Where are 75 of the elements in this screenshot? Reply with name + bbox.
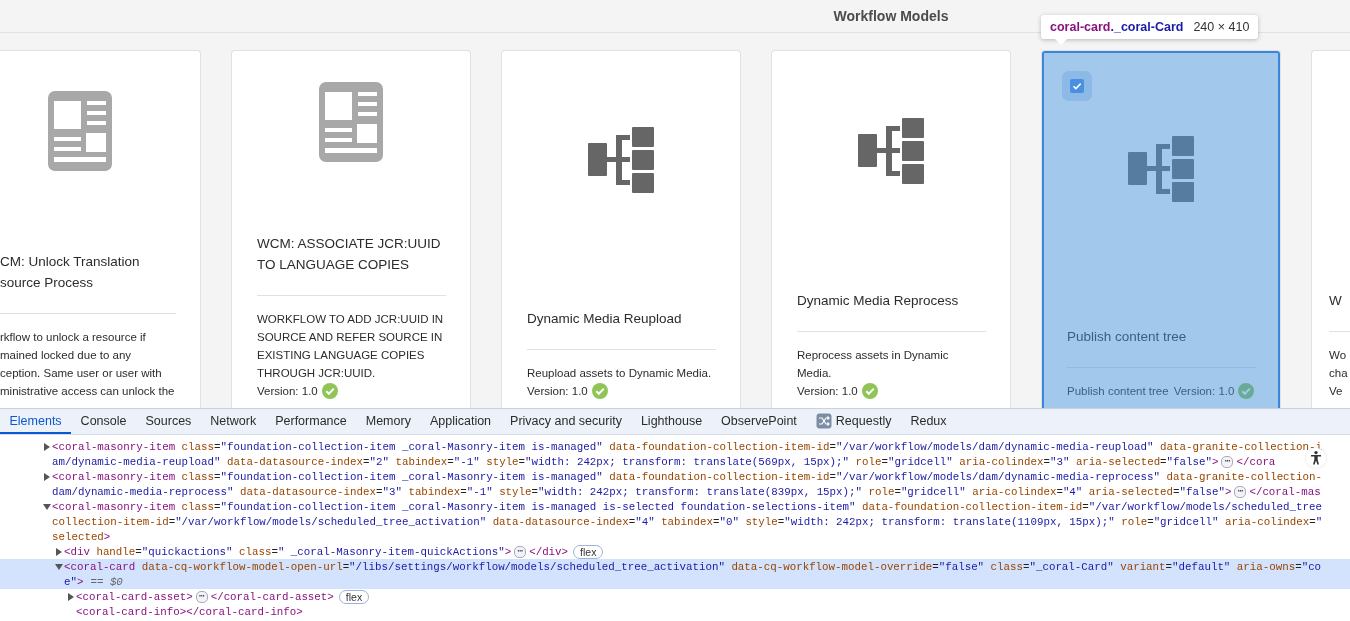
ellipsis-button[interactable]: ⋯	[514, 545, 527, 558]
card-description: Reupload assets to Dynamic Media.	[527, 366, 712, 381]
tooltip-size: 240 × 410	[1193, 20, 1250, 34]
card-description: Wo cha Ve	[1329, 348, 1348, 399]
devtools-tab[interactable]: Application	[420, 409, 501, 434]
console-reference: == $0	[90, 575, 123, 588]
code-text: <coral-masonry-item class="foundation-collection-item _coral-Masonry-item is-managed" data-foundation-collection-item-id="/var/workflow/models/dam/dynamic-media-reprocess" data-granite-collection-	[52, 470, 1322, 483]
devtools-tab[interactable]: Redux	[900, 409, 957, 434]
code-text: </coral-card-asset>	[210, 590, 334, 603]
flex-badge[interactable]: flex	[573, 544, 604, 559]
shuffle-icon	[815, 412, 832, 429]
workflow-card[interactable]: Dynamic Media Reprocess Reprocess assets in Dynamic Media. Version: 1.0	[771, 50, 1011, 408]
ellipsis-button[interactable]: ⋯	[195, 590, 208, 603]
devtools-tab[interactable]: Network	[200, 409, 266, 434]
devtools-tab[interactable]: Requestly	[806, 409, 901, 434]
tooltip-class-name: ._coral-Card	[1110, 20, 1184, 34]
card-description: WORKFLOW TO ADD JCR:UUID IN SOURCE AND REFER SOURCE IN EXISTING LANGUAGE COPIES THROUGH JCR:UUID.	[257, 312, 445, 381]
code-text: <div handle="quickactions" class=" _coral-Masonry-item-quickActions">	[64, 545, 512, 558]
ellipsis-button[interactable]: ⋯	[1234, 485, 1247, 498]
code-text: </cora	[1236, 455, 1276, 468]
version-label: Version: 1.0	[257, 384, 318, 399]
card-title: Publish content tree	[1067, 328, 1188, 346]
code-text: <coral-card data-cq-workflow-model-open-url="/libs/settings/workflow/models/scheduled_tree_activation" data-cq-workflow-model-override="false" class="_coral-Card" variant="default" aria-owns="co	[64, 560, 1322, 573]
workflow-card[interactable]: W Wo cha Ve	[1311, 50, 1350, 408]
code-text: collection-item-id="/var/workflow/models/scheduled_tree_activation" data-datasource-index="4" tabindex="0" style="width: 242px; transform: translate(1109px, 15px);" role="gridcell" aria-colindex="	[52, 515, 1323, 528]
workflow-card[interactable]: Publish content tree Publish content tree Version: 1.0	[1041, 50, 1281, 408]
devtools-tab[interactable]: Performance	[265, 409, 357, 434]
card-title: CM: Unlock Translation source Process	[0, 253, 141, 292]
card-description: Reprocess assets in Dynamic Media.	[797, 348, 950, 381]
card-title: Dynamic Media Reprocess	[797, 292, 960, 310]
version-label: Version: 1.0	[797, 384, 858, 399]
workflow-card[interactable]: Dynamic Media Reupload Reupload assets to Dynamic Media. Version: 1.0	[501, 50, 741, 408]
devtools-tab[interactable]: Memory	[356, 409, 421, 434]
devtools-tab[interactable]: Privacy and security	[500, 409, 632, 434]
code-text: <coral-masonry-item class="foundation-collection-item _coral-Masonry-item is-managed" data-foundation-collection-item-id="/var/workflow/models/dam/dynamic-media-reupload" data-granite-collection-i	[52, 440, 1322, 453]
devtools-tab[interactable]: Sources	[136, 409, 201, 434]
page-title: Workflow Models	[833, 8, 949, 24]
disclosure-triangle-icon[interactable]	[44, 472, 50, 481]
card-description: rkflow to unlock a resource if mained locked due to any ception. Same user or user with ministrative access can unlock the	[0, 330, 175, 399]
devtools-tab[interactable]: Console	[71, 409, 136, 434]
card-title: Dynamic Media Reupload	[527, 310, 683, 328]
workflow-card[interactable]: CM: Unlock Translation source Process rkflow to unlock a resource if mained locked due to any ception. Same user or user with ministrative access can unlock the	[0, 50, 201, 408]
workflow-icon	[1128, 135, 1194, 202]
disclosure-triangle-icon[interactable]	[44, 442, 50, 451]
tooltip-element-name: coral-card	[1050, 20, 1111, 34]
card-title: WCM: ASSOCIATE JCR:UUID TO LANGUAGE COPIES	[257, 235, 442, 274]
code-text: <coral-card-info></coral-card-info>	[76, 605, 303, 618]
document-icon	[319, 82, 383, 162]
workflow-icon	[858, 117, 924, 184]
check-circle-icon	[1238, 383, 1255, 399]
code-text: selected>	[52, 530, 111, 543]
version-label: Version: 1.0	[527, 384, 588, 399]
check-circle-icon	[321, 383, 338, 399]
check-circle-icon	[591, 383, 608, 399]
disclosure-triangle-icon[interactable]	[68, 592, 74, 601]
check-circle-icon	[861, 383, 878, 399]
devtools-tab[interactable]: ObservePoint	[711, 409, 807, 434]
workflow-card[interactable]: WCM: ASSOCIATE JCR:UUID TO LANGUAGE COPIES WORKFLOW TO ADD JCR:UUID IN SOURCE AND REFER SOURCE IN EXISTING LANGUAGE COPIES THROUGH JCR:UUID. Version: 1.0	[231, 50, 471, 408]
checkbox[interactable]	[1070, 79, 1084, 93]
code-text: am/dynamic-media-reupload" data-datasource-index="2" tabindex="-1" style="width: 242px; transform: translate(569px, 15px);" role="gridcell" aria-colindex="3" aria-selected="false">	[52, 455, 1219, 468]
code-text: e">	[64, 575, 84, 588]
code-text: </div>	[529, 545, 569, 558]
code-text: </coral-mas	[1249, 485, 1321, 498]
disclosure-triangle-icon[interactable]	[43, 503, 51, 510]
devtools-tab[interactable]: Lighthouse	[631, 409, 712, 434]
card-title: W	[1329, 292, 1343, 310]
version-label: Version: 1.0	[1173, 384, 1235, 399]
flex-badge[interactable]: flex	[338, 589, 370, 604]
ellipsis-button[interactable]: ⋯	[1221, 455, 1234, 468]
code-text: <coral-masonry-item class="foundation-collection-item _coral-Masonry-item is-managed is-selected foundation-selections-item" data-foundation-collection-item-id="/var/workflow/models/scheduled_tree	[52, 500, 1322, 513]
card-description: Publish content tree	[1067, 384, 1169, 399]
code-text: <coral-card-asset>	[76, 590, 193, 603]
workflow-icon	[588, 126, 654, 193]
document-icon	[48, 91, 112, 171]
code-text: dam/dynamic-media-reprocess" data-datasource-index="3" tabindex="-1" style="width: 242px; transform: translate(839px, 15px);" role="gridcell" aria-colindex="4" aria-selected="false">	[52, 485, 1232, 498]
